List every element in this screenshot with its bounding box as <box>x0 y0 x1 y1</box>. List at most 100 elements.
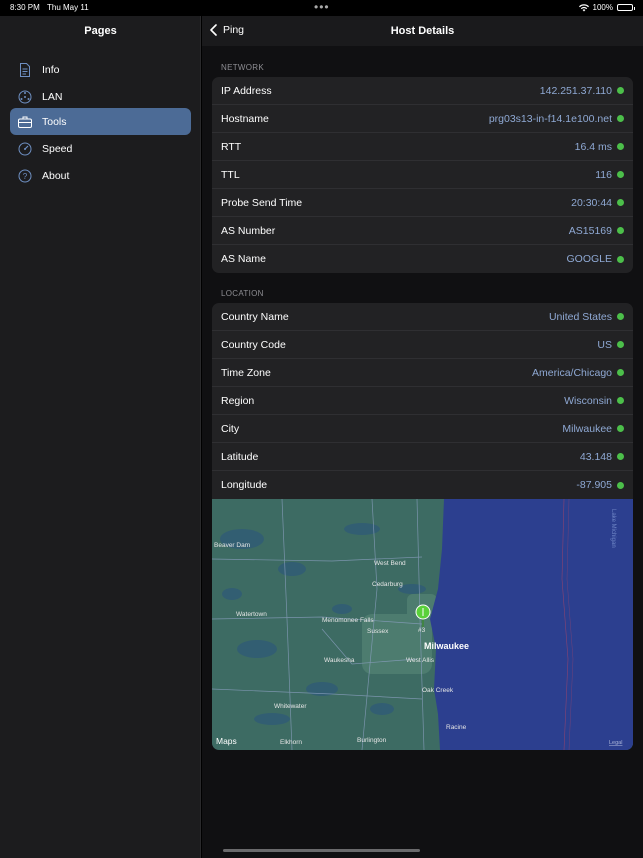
row-value: Milwaukee <box>562 423 624 435</box>
status-bar: 8:30 PM Thu May 11 ••• 100% <box>0 0 643 16</box>
sidebar-item-label: Tools <box>42 115 67 128</box>
map-place-label: West Allis <box>406 657 435 664</box>
map-place-label: Cedarburg <box>372 581 403 588</box>
map-place-label: Sussex <box>367 628 389 635</box>
list-item[interactable]: City Milwaukee <box>212 415 633 443</box>
row-label: AS Number <box>221 224 276 237</box>
map-place-label: Waukesha <box>324 657 355 664</box>
battery-percent: 100% <box>592 3 613 12</box>
navigation-bar: Ping Host Details <box>202 16 643 46</box>
battery-icon <box>617 4 635 11</box>
sidebar-item-label: LAN <box>42 90 63 103</box>
list-item[interactable]: Hostname prg03s13-in-f14.1e100.net <box>212 105 633 133</box>
status-dot-icon <box>617 171 624 178</box>
location-section-header: LOCATION <box>221 289 264 298</box>
row-label: Probe Send Time <box>221 196 303 209</box>
map-place-label: Burlington <box>357 737 387 744</box>
row-label: RTT <box>221 140 242 153</box>
status-dot-icon <box>617 143 624 150</box>
list-item[interactable]: Country Code US <box>212 331 633 359</box>
multitasking-dots-icon[interactable]: ••• <box>314 0 330 14</box>
map-place-label: Whitewater <box>274 703 307 710</box>
status-dot-icon <box>617 397 624 404</box>
list-item[interactable]: IP Address 142.251.37.110 <box>212 77 633 105</box>
speedometer-icon <box>18 142 32 156</box>
list-item[interactable]: Longitude -87.905 <box>212 471 633 499</box>
list-item[interactable]: RTT 16.4 ms <box>212 133 633 161</box>
sidebar-item-lan[interactable]: LAN <box>10 83 191 110</box>
row-value: 16.4 ms <box>575 141 624 153</box>
status-dot-icon <box>617 425 624 432</box>
row-label: Country Name <box>221 310 289 323</box>
map-legal-link[interactable]: Legal <box>609 740 622 746</box>
row-label: Longitude <box>221 479 268 491</box>
row-value: 20:30:44 <box>571 197 624 209</box>
row-value: -87.905 <box>576 479 624 491</box>
map-place-label: Racine <box>446 724 467 731</box>
row-label: Time Zone <box>221 366 271 379</box>
svg-text:?: ? <box>23 172 28 181</box>
status-time: 8:30 PM <box>10 3 40 12</box>
sidebar-item-tools[interactable]: Tools <box>10 108 191 135</box>
row-label: IP Address <box>221 84 272 97</box>
row-label: Region <box>221 394 255 407</box>
map-pin-label: #3 <box>418 627 426 634</box>
map-place-label: Watertown <box>236 611 267 618</box>
row-value: America/Chicago <box>532 367 624 379</box>
row-value: US <box>597 339 624 351</box>
sidebar-item-label: About <box>42 169 70 182</box>
network-group: IP Address 142.251.37.110 Hostname prg03s1… <box>212 77 633 273</box>
status-dot-icon <box>617 453 624 460</box>
row-label: City <box>221 422 240 435</box>
status-dot-icon <box>617 115 624 122</box>
list-item[interactable]: AS Name GOOGLE <box>212 245 633 273</box>
row-label: TTL <box>221 168 240 181</box>
map-place-label: Oak Creek <box>422 687 454 694</box>
list-item[interactable]: TTL 116 <box>212 161 633 189</box>
list-item[interactable]: Probe Send Time 20:30:44 <box>212 189 633 217</box>
sidebar-item-speed[interactable]: Speed <box>10 135 191 162</box>
row-label: Country Code <box>221 338 286 351</box>
row-value: 142.251.37.110 <box>540 85 624 97</box>
row-value: Wisconsin <box>564 395 624 407</box>
row-label: Latitude <box>221 450 259 463</box>
sidebar-item-info[interactable]: Info <box>10 56 191 83</box>
status-dot-icon <box>617 341 624 348</box>
status-dot-icon <box>617 255 624 263</box>
list-item[interactable]: Time Zone America/Chicago <box>212 359 633 387</box>
list-item[interactable]: Latitude 43.148 <box>212 443 633 471</box>
map-lake-label: Lake Michigan <box>610 509 616 548</box>
list-item[interactable]: AS Number AS15169 <box>212 217 633 245</box>
location-map[interactable]: Beaver Dam West Bend Cedarburg Watertown… <box>212 499 633 750</box>
row-value: AS15169 <box>569 225 624 237</box>
row-label: Hostname <box>221 112 269 125</box>
sidebar-item-label: Info <box>42 63 60 76</box>
map-place-label: Elkhorn <box>280 739 302 746</box>
document-icon <box>18 62 32 77</box>
status-dot-icon <box>617 369 624 376</box>
sidebar-title: Pages <box>84 25 117 37</box>
map-place-label: West Bend <box>374 560 406 567</box>
wifi-icon <box>578 3 589 11</box>
detail-pane: Ping Host Details NETWORK IP Address 142.… <box>202 16 643 858</box>
status-date: Thu May 11 <box>47 3 89 12</box>
row-value: 43.148 <box>580 451 624 463</box>
list-item[interactable]: Region Wisconsin <box>212 387 633 415</box>
status-dot-icon <box>617 313 624 320</box>
map-attribution: Maps <box>216 736 237 746</box>
question-icon: ? <box>18 169 32 183</box>
row-value: 116 <box>595 169 624 181</box>
row-label: AS Name <box>221 253 266 265</box>
list-item[interactable]: Country Name United States <box>212 303 633 331</box>
status-dot-icon <box>617 87 624 94</box>
status-dot-icon <box>617 227 624 234</box>
network-icon <box>18 90 32 104</box>
status-dot-icon <box>617 199 624 206</box>
network-section-header: NETWORK <box>221 63 264 72</box>
map-canvas[interactable]: Beaver Dam West Bend Cedarburg Watertown… <box>212 499 633 750</box>
map-place-label: Beaver Dam <box>214 542 250 549</box>
sidebar-item-label: Speed <box>42 142 73 155</box>
home-indicator[interactable] <box>223 849 420 852</box>
sidebar-item-about[interactable]: ? About <box>10 162 191 189</box>
row-value: GOOGLE <box>566 253 624 265</box>
